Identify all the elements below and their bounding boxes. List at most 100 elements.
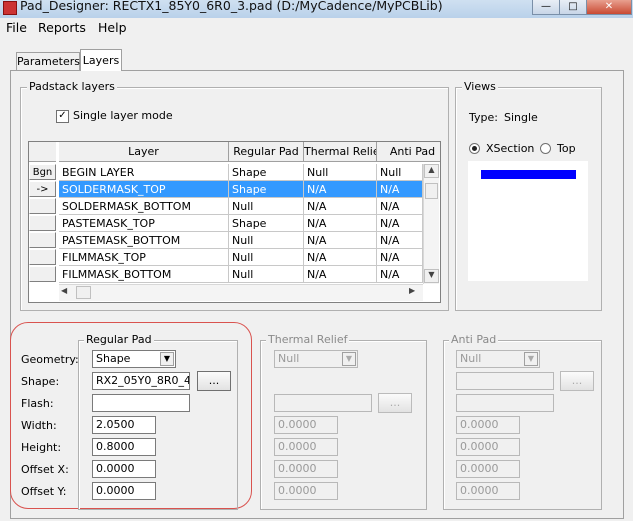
app-icon xyxy=(3,1,17,15)
view-type-label: Type: xyxy=(469,111,498,124)
regular-shape-browse-button[interactable]: ... xyxy=(197,371,231,391)
grid-horizontal-scrollbar[interactable]: ◀ ▶ xyxy=(59,284,423,301)
cell-regular-pad[interactable]: Null xyxy=(229,232,304,249)
row-selector-button[interactable] xyxy=(29,232,56,248)
minimize-button[interactable]: — xyxy=(532,0,560,15)
anti-browse-button[interactable]: ... xyxy=(560,371,594,391)
row-selector-button[interactable] xyxy=(29,198,56,214)
thermal-browse-button[interactable]: ... xyxy=(378,393,412,413)
regular-shape-field[interactable]: RX2_05Y0_8R0_4 xyxy=(92,372,190,390)
top-view-radio[interactable] xyxy=(540,143,551,154)
cell-anti-pad[interactable]: N/A xyxy=(377,249,423,266)
thermal-offset-x-field[interactable]: 0.0000 xyxy=(274,460,338,478)
maximize-button[interactable]: □ xyxy=(559,0,587,15)
row-selector-button[interactable] xyxy=(29,215,56,231)
scroll-right-arrow-icon[interactable]: ▶ xyxy=(409,286,415,295)
anti-geometry-select[interactable]: Null ▼ xyxy=(456,350,540,368)
menu-file[interactable]: File xyxy=(6,20,27,35)
anti-shape-field[interactable] xyxy=(456,372,554,390)
cell-regular-pad[interactable]: Shape xyxy=(229,181,304,198)
thermal-width-field[interactable]: 0.0000 xyxy=(274,416,338,434)
cell-layer[interactable]: PASTEMASK_TOP xyxy=(59,215,229,232)
cell-anti-pad[interactable]: N/A xyxy=(377,266,423,283)
cell-anti-pad[interactable]: N/A xyxy=(377,215,423,232)
width-label: Width: xyxy=(21,419,57,432)
cell-anti-pad[interactable]: N/A xyxy=(377,181,423,198)
row-selector-button[interactable] xyxy=(29,249,56,265)
cell-thermal-relief[interactable]: N/A xyxy=(304,266,377,283)
thermal-height-field[interactable]: 0.0000 xyxy=(274,438,338,456)
anti-width-field[interactable]: 0.0000 xyxy=(456,416,520,434)
grid-corner xyxy=(29,142,56,162)
begin-layer-button[interactable]: Bgn xyxy=(29,164,56,180)
regular-offset-x-field[interactable]: 0.0000 xyxy=(92,460,156,478)
scroll-left-arrow-icon[interactable]: ◀ xyxy=(61,286,67,295)
thermal-flash-field[interactable] xyxy=(274,394,372,412)
cell-thermal-relief[interactable]: N/A xyxy=(304,215,377,232)
column-header-anti-pad[interactable]: Anti Pad xyxy=(377,142,440,162)
xsection-radio[interactable] xyxy=(469,143,480,154)
column-header-layer[interactable]: Layer xyxy=(59,142,229,162)
horizontal-scroll-thumb[interactable] xyxy=(76,286,91,299)
column-header-thermal-relief[interactable]: Thermal Relief xyxy=(304,142,377,162)
vertical-scroll-thumb[interactable] xyxy=(425,183,438,199)
menu-reports[interactable]: Reports xyxy=(38,20,86,35)
thermal-offset-y-field[interactable]: 0.0000 xyxy=(274,482,338,500)
cell-anti-pad[interactable]: N/A xyxy=(377,198,423,215)
menu-help[interactable]: Help xyxy=(98,20,127,35)
regular-pad-label: Regular Pad xyxy=(84,333,154,346)
cell-regular-pad[interactable]: Shape xyxy=(229,215,304,232)
cell-thermal-relief[interactable]: Null xyxy=(304,164,377,181)
anti-height-field[interactable]: 0.0000 xyxy=(456,438,520,456)
shape-label: Shape: xyxy=(21,375,60,388)
anti-offset-y-field[interactable]: 0.0000 xyxy=(456,482,520,500)
cell-layer[interactable]: SOLDERMASK_TOP xyxy=(59,181,229,198)
cell-thermal-relief[interactable]: N/A xyxy=(304,249,377,266)
regular-offset-y-field[interactable]: 0.0000 xyxy=(92,482,156,500)
row-selector-button[interactable]: -> xyxy=(29,181,56,197)
cell-layer[interactable]: FILMMASK_TOP xyxy=(59,249,229,266)
close-button[interactable]: ✕ xyxy=(586,0,632,15)
anti-flash-field[interactable] xyxy=(456,394,554,412)
cell-regular-pad[interactable]: Null xyxy=(229,266,304,283)
cell-layer[interactable]: BEGIN LAYER xyxy=(59,164,229,181)
height-label: Height: xyxy=(21,441,62,454)
xsection-label: XSection xyxy=(486,142,535,155)
single-layer-mode-label: Single layer mode xyxy=(73,109,173,122)
single-layer-mode-checkbox[interactable]: ✓ xyxy=(56,110,69,123)
cell-regular-pad[interactable]: Null xyxy=(229,198,304,215)
menu-bar: File Reports Help xyxy=(0,18,633,38)
scroll-up-arrow-icon[interactable]: ▲ xyxy=(424,164,439,178)
padstack-layers-label: Padstack layers xyxy=(27,80,117,93)
regular-width-field[interactable]: 2.0500 xyxy=(92,416,156,434)
cell-regular-pad[interactable]: Shape xyxy=(229,164,304,181)
cell-thermal-relief[interactable]: N/A xyxy=(304,232,377,249)
views-label: Views xyxy=(462,80,498,93)
tab-parameters[interactable]: Parameters xyxy=(16,52,80,71)
column-header-regular-pad[interactable]: Regular Pad xyxy=(229,142,304,162)
thermal-geometry-select[interactable]: Null ▼ xyxy=(274,350,358,368)
cell-thermal-relief[interactable]: N/A xyxy=(304,198,377,215)
cell-layer[interactable]: PASTEMASK_BOTTOM xyxy=(59,232,229,249)
cell-layer[interactable]: FILMMASK_BOTTOM xyxy=(59,266,229,283)
row-selector-button[interactable] xyxy=(29,266,56,282)
anti-offset-x-field[interactable]: 0.0000 xyxy=(456,460,520,478)
tab-layers[interactable]: Layers xyxy=(80,49,122,71)
regular-flash-field[interactable] xyxy=(92,394,190,412)
chevron-down-icon: ▼ xyxy=(524,352,538,366)
thermal-relief-label: Thermal Relief xyxy=(266,333,350,346)
grid-vertical-scrollbar[interactable]: ▲ ▼ xyxy=(423,164,439,284)
layers-grid: Layer Regular Pad Thermal Relief Anti Pa… xyxy=(28,141,441,303)
cell-thermal-relief[interactable]: N/A xyxy=(304,181,377,198)
cell-anti-pad[interactable]: N/A xyxy=(377,232,423,249)
top-view-label: Top xyxy=(557,142,576,155)
regular-geometry-select[interactable]: Shape ▼ xyxy=(92,350,176,368)
offset-x-label: Offset X: xyxy=(21,463,69,476)
scroll-down-arrow-icon[interactable]: ▼ xyxy=(424,269,439,283)
cell-anti-pad[interactable]: Null xyxy=(377,164,423,181)
cell-layer[interactable]: SOLDERMASK_BOTTOM xyxy=(59,198,229,215)
view-type-value: Single xyxy=(504,111,538,124)
view-preview xyxy=(468,161,588,281)
regular-height-field[interactable]: 0.8000 xyxy=(92,438,156,456)
cell-regular-pad[interactable]: Null xyxy=(229,249,304,266)
